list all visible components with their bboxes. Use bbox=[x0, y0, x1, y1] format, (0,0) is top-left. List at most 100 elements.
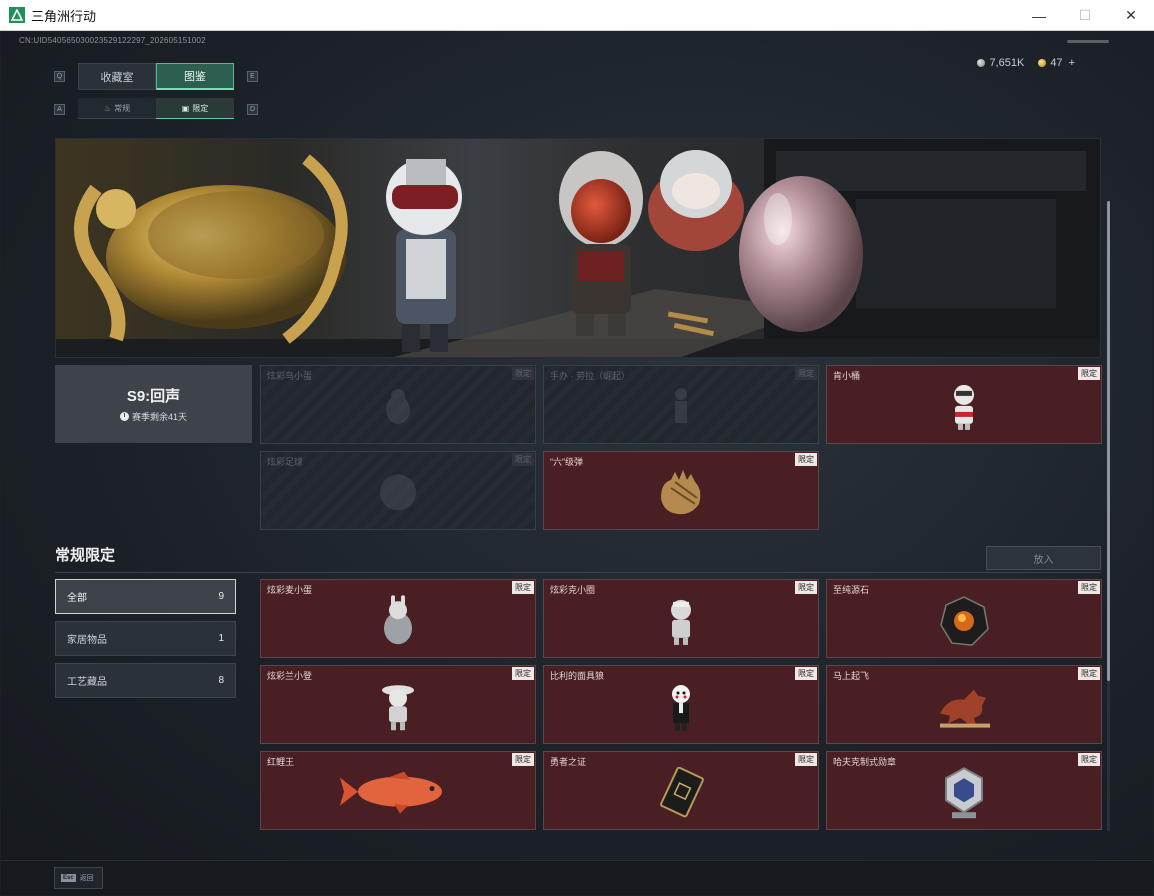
section-title: 常规限定 bbox=[55, 547, 116, 564]
filter-home-items[interactable]: 家居物品 1 bbox=[55, 621, 236, 656]
lan-deng-figure-icon bbox=[380, 680, 416, 739]
tab-regular[interactable]: ♨ 常规 bbox=[78, 98, 156, 119]
tab-catalog[interactable]: 图鉴 bbox=[156, 63, 234, 90]
maximize-button[interactable]: ☐ bbox=[1062, 0, 1108, 31]
window-titlebar: 三角洲行动 — ☐ ✕ bbox=[0, 0, 1154, 31]
back-button[interactable]: Esc 返回 bbox=[54, 867, 103, 889]
item-card[interactable]: 马上起飞 限定 bbox=[826, 665, 1102, 744]
limited-tag: 限定 bbox=[795, 581, 817, 594]
filter-count: 9 bbox=[218, 591, 224, 602]
filter-all[interactable]: 全部 9 bbox=[55, 579, 236, 614]
tab-limited[interactable]: ▣ 限定 bbox=[156, 98, 234, 119]
season-card-lara-figure[interactable]: 手办 · 劳拉（崛起） 限定 bbox=[543, 365, 819, 444]
season-remaining: 赛季剩余41天 bbox=[119, 410, 187, 423]
key-hint-d: D bbox=[247, 104, 258, 115]
bunny-egg-figure-icon bbox=[380, 594, 416, 653]
esc-key-hint: Esc bbox=[61, 874, 76, 882]
lara-figure-icon bbox=[666, 386, 696, 431]
medal-icon bbox=[942, 766, 986, 825]
scrollbar-thumb[interactable] bbox=[1107, 201, 1110, 681]
limited-tag: 限定 bbox=[512, 667, 534, 680]
flame-icon: ♨ bbox=[103, 103, 112, 113]
app-area: CN:UID540565030023529122297_202605151002… bbox=[1, 31, 1153, 895]
limited-tag: 限定 bbox=[795, 453, 817, 466]
brave-card-icon bbox=[656, 766, 706, 824]
item-card[interactable]: 勇者之证 限定 bbox=[543, 751, 819, 830]
item-card[interactable]: 炫彩麦小蛋 限定 bbox=[260, 579, 536, 658]
ke-circle-figure-icon bbox=[664, 595, 698, 650]
card-name: 至纯源石 bbox=[833, 585, 870, 595]
item-card[interactable]: 炫彩兰小登 限定 bbox=[260, 665, 536, 744]
main-tabs: 收藏室 图鉴 bbox=[78, 63, 234, 90]
limited-tag: 限定 bbox=[1078, 581, 1100, 594]
season-panel: S9:回声 赛季剩余41天 bbox=[55, 365, 252, 443]
key-hint-q: Q bbox=[54, 71, 65, 82]
image-icon: ▣ bbox=[181, 103, 190, 113]
limited-tag: 限定 bbox=[512, 753, 534, 766]
limited-tag: 限定 bbox=[512, 581, 534, 594]
item-card[interactable]: 比利的面具狼 限定 bbox=[543, 665, 819, 744]
card-name: 炫彩足球 bbox=[267, 457, 304, 467]
card-name: 哈夫克制式勋章 bbox=[833, 757, 897, 767]
limited-tag: 限定 bbox=[512, 367, 534, 380]
card-name: 炫彩兰小登 bbox=[267, 671, 313, 681]
uid-text: CN:UID540565030023529122297_202605151002 bbox=[19, 36, 206, 45]
top-decoration bbox=[1067, 40, 1109, 43]
app-logo-icon bbox=[9, 7, 25, 23]
card-name: 马上起飞 bbox=[833, 671, 870, 681]
card-name: 勇者之证 bbox=[550, 757, 587, 767]
filter-label: 全部 bbox=[67, 593, 87, 604]
item-card[interactable]: 至纯源石 限定 bbox=[826, 579, 1102, 658]
ken-bucket-figure-icon bbox=[948, 381, 980, 436]
limited-tag: 限定 bbox=[795, 667, 817, 680]
flying-horse-icon bbox=[934, 683, 994, 734]
limited-tag: 限定 bbox=[795, 367, 817, 380]
tab-limited-label: 限定 bbox=[192, 103, 209, 113]
card-name: 肯小桶 bbox=[833, 371, 861, 381]
close-button[interactable]: ✕ bbox=[1108, 0, 1154, 31]
season-card-ken-bucket[interactable]: 肯小桶 限定 bbox=[826, 365, 1102, 444]
card-name: 比利的面具狼 bbox=[550, 671, 605, 681]
limited-tag: 限定 bbox=[1078, 367, 1100, 380]
season-card-bird-egg[interactable]: 炫彩鸟小蛋 限定 bbox=[260, 365, 536, 444]
minimize-button[interactable]: — bbox=[1016, 0, 1062, 31]
currency-bar: 7,651K 47 + bbox=[977, 57, 1075, 69]
footer-bar bbox=[1, 860, 1153, 895]
card-name: 炫彩克小圈 bbox=[550, 585, 596, 595]
season-remaining-text: 赛季剩余41天 bbox=[131, 412, 187, 422]
filter-count: 8 bbox=[218, 675, 224, 686]
football-icon bbox=[376, 470, 420, 519]
bird-egg-figure-icon bbox=[378, 386, 418, 431]
limited-tag: 限定 bbox=[795, 753, 817, 766]
bullet-hand-icon bbox=[651, 467, 711, 522]
silver-coin-icon bbox=[977, 59, 986, 67]
section-divider bbox=[55, 572, 1101, 573]
filter-label: 工艺藏品 bbox=[67, 677, 107, 688]
filter-label: 家居物品 bbox=[67, 635, 107, 646]
silver-currency: 7,651K bbox=[977, 57, 1024, 69]
filter-crafts[interactable]: 工艺藏品 8 bbox=[55, 663, 236, 698]
tab-regular-label: 常规 bbox=[114, 103, 131, 113]
season-banner-image bbox=[55, 138, 1101, 358]
billy-puppet-icon bbox=[665, 681, 697, 738]
limited-tag: 限定 bbox=[512, 453, 534, 466]
source-stone-icon bbox=[938, 595, 990, 652]
season-card-six-level-bullet[interactable]: “六”级弹 限定 bbox=[543, 451, 819, 530]
tab-collection-room[interactable]: 收藏室 bbox=[78, 63, 156, 90]
red-carp-icon bbox=[338, 769, 458, 820]
key-hint-a: A bbox=[54, 104, 65, 115]
limited-tag: 限定 bbox=[1078, 753, 1100, 766]
put-in-button[interactable]: 放入 bbox=[986, 546, 1101, 570]
limited-tag: 限定 bbox=[1078, 667, 1100, 680]
card-name: 红鲤王 bbox=[267, 757, 295, 767]
item-card[interactable]: 哈夫克制式勋章 限定 bbox=[826, 751, 1102, 830]
item-card[interactable]: 炫彩克小圈 限定 bbox=[543, 579, 819, 658]
card-name: 手办 · 劳拉（崛起） bbox=[550, 371, 630, 381]
season-card-football[interactable]: 炫彩足球 限定 bbox=[260, 451, 536, 530]
clock-icon bbox=[119, 412, 129, 421]
item-card[interactable]: 红鲤王 限定 bbox=[260, 751, 536, 830]
season-name: S9:回声 bbox=[126, 388, 181, 405]
gold-currency[interactable]: 47 + bbox=[1038, 57, 1075, 69]
add-currency-button[interactable]: + bbox=[1069, 57, 1075, 69]
sub-tabs: ♨ 常规 ▣ 限定 bbox=[78, 98, 234, 119]
